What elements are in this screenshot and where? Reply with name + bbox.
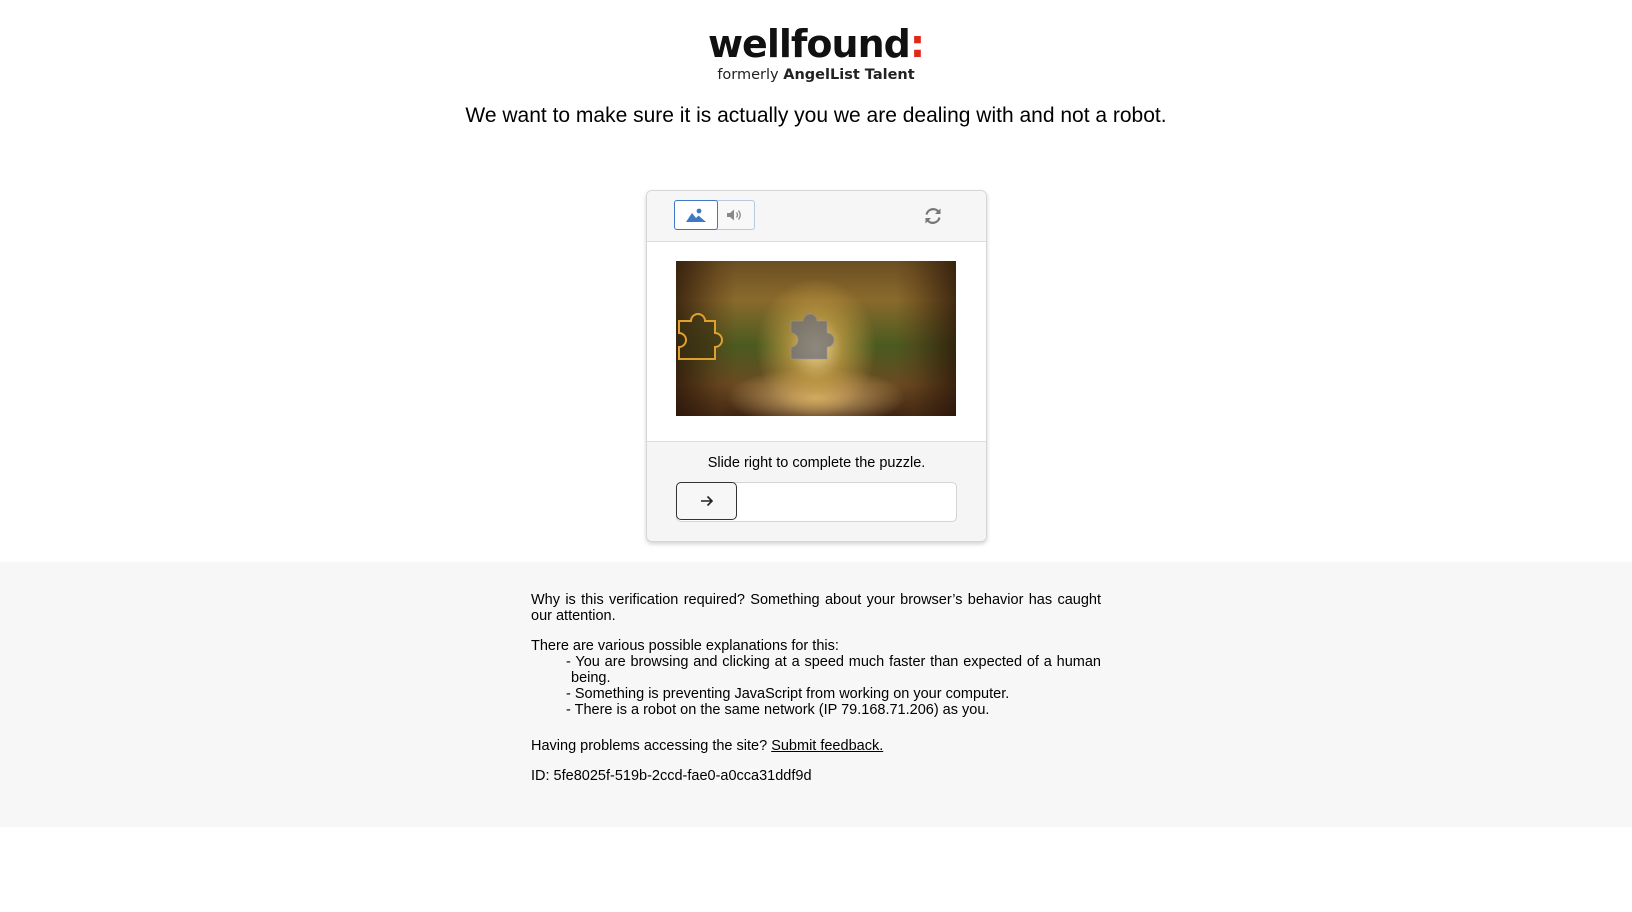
audio-challenge-tab[interactable] <box>718 201 754 229</box>
request-id: ID: 5fe8025f-519b-2ccd-fae0-a0cca31ddf9d <box>531 768 812 784</box>
refresh-icon[interactable] <box>922 205 944 227</box>
speaker-icon <box>727 209 741 221</box>
puzzle-target-slot <box>790 313 835 360</box>
explanations-list: - You are browsing and clicking at a spe… <box>531 654 1101 718</box>
captcha-mode-tabs <box>674 200 755 230</box>
wellfound-logo: wellfound: <box>707 22 925 66</box>
arrow-right-icon <box>701 495 714 507</box>
image-icon <box>686 208 706 222</box>
puzzle-image <box>676 261 956 416</box>
formerly-tagline: formerly AngelList Talent <box>717 67 915 83</box>
slider-handle[interactable] <box>676 482 737 520</box>
slider-instruction: Slide right to complete the puzzle. <box>707 455 926 471</box>
captcha-widget: Slide right to complete the puzzle. <box>646 190 987 542</box>
list-item: - Something is preventing JavaScript fro… <box>566 686 1010 702</box>
brand-header: wellfound: formerly AngelList Talent <box>0 22 1632 84</box>
puzzle-draggable-piece[interactable] <box>676 303 729 365</box>
explanations-title: There are various possible explanations … <box>531 638 839 654</box>
list-item: - You are browsing and clicking at a spe… <box>566 654 1101 686</box>
puzzle-image-shade-right <box>896 261 956 416</box>
help-line: Having problems accessing the site? Subm… <box>531 738 884 754</box>
page-headline: We want to make sure it is actually you … <box>465 104 1167 127</box>
slider-area: Slide right to complete the puzzle. <box>647 441 986 541</box>
list-item: - There is a robot on the same network (… <box>566 702 990 718</box>
info-section: Why is this verification required? Somet… <box>0 562 1632 827</box>
submit-feedback-link[interactable]: Submit feedback. <box>771 738 883 754</box>
captcha-toolbar <box>647 191 986 242</box>
image-challenge-tab[interactable] <box>674 200 718 230</box>
why-text: Why is this verification required? Somet… <box>531 592 1101 624</box>
verification-info: Why is this verification required? Somet… <box>531 592 1101 784</box>
